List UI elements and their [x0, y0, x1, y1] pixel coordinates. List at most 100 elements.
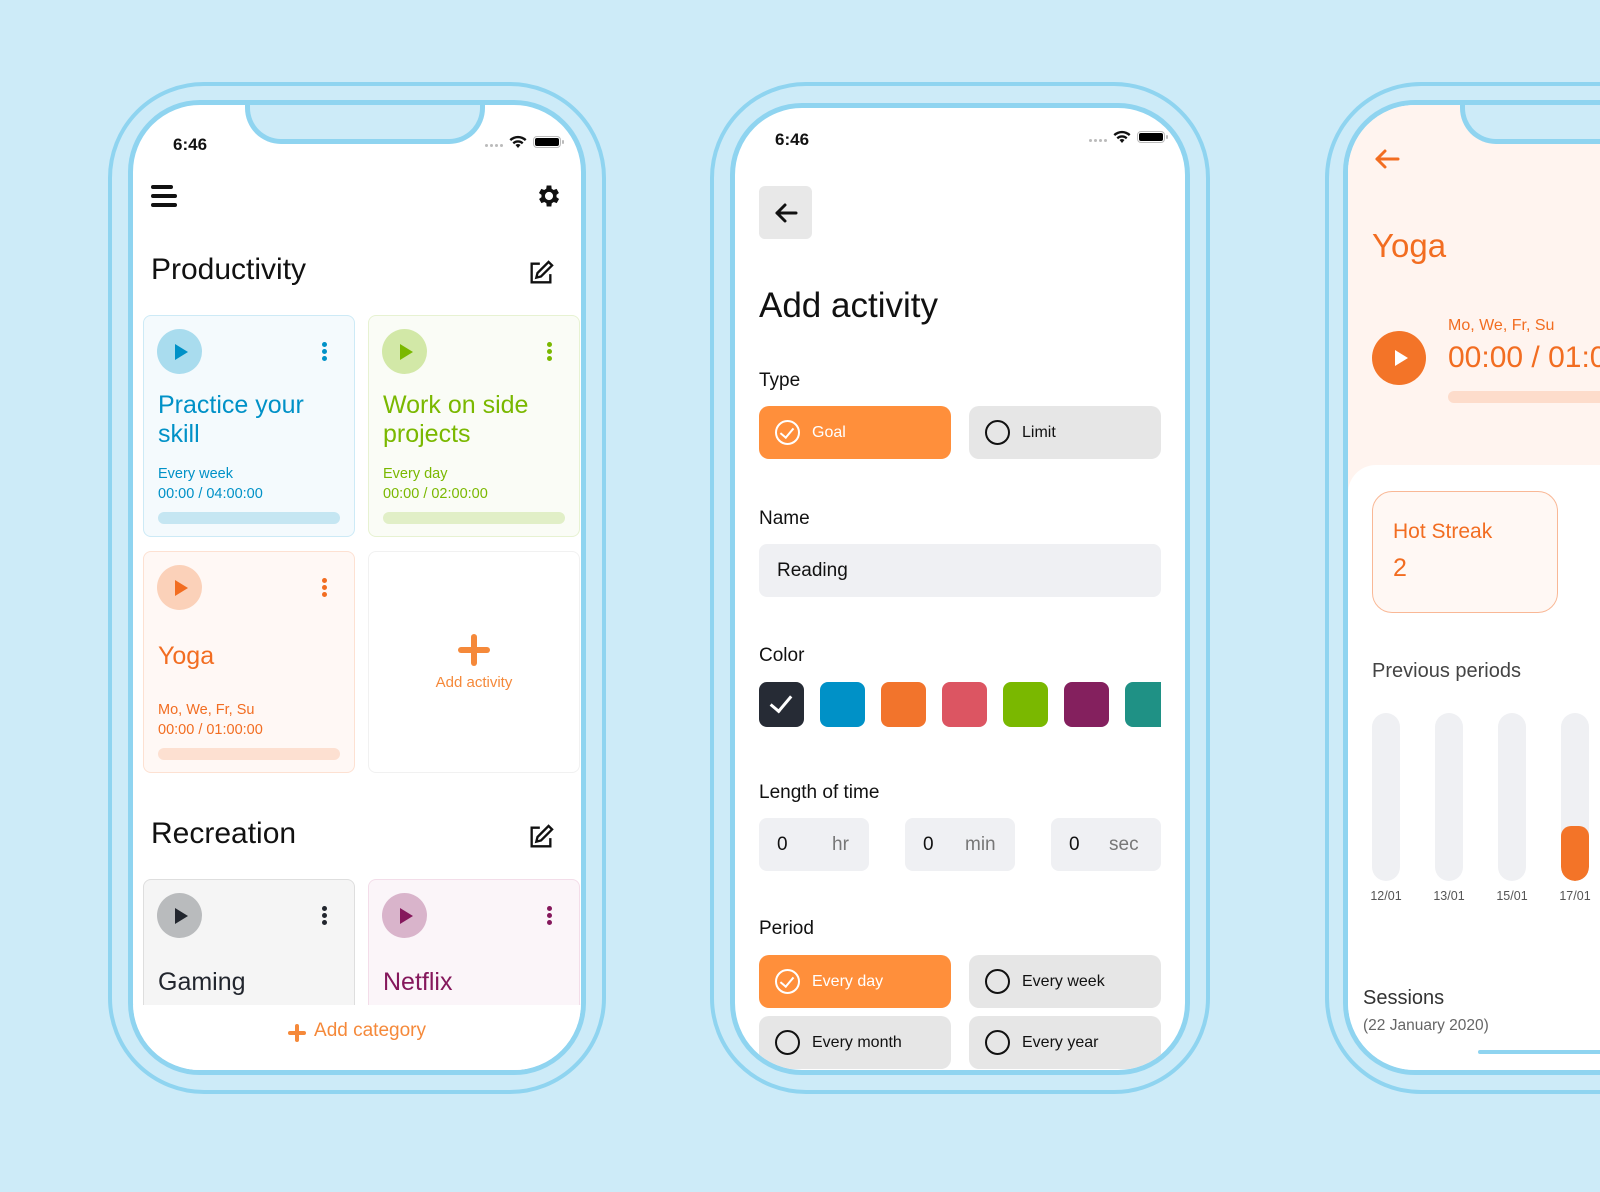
type-label: Type [759, 370, 801, 391]
color-swatch[interactable] [1125, 682, 1161, 727]
activity-card[interactable]: Practice your skill Every week 00:00 / 0… [143, 315, 355, 537]
wifi-icon [509, 135, 527, 148]
more-options-icon[interactable] [547, 906, 553, 927]
radio-circle-icon [985, 969, 1010, 994]
period-option-every-year[interactable]: Every year [969, 1016, 1161, 1069]
activity-time: 00:00 / 01:00:00 [158, 722, 263, 738]
progress-bar [158, 512, 340, 524]
sessions-title: Sessions [1363, 987, 1445, 1009]
play-icon [175, 579, 188, 596]
activity-card[interactable]: Yoga Mo, We, Fr, Su 00:00 / 01:00:00 [143, 551, 355, 773]
play-icon [175, 343, 188, 360]
notch [1460, 105, 1600, 144]
activity-time: 00:00 / 01:00:00 [1448, 341, 1600, 374]
activity-title: Yoga [1372, 227, 1447, 264]
settings-gear-icon[interactable] [535, 182, 563, 210]
status-icons [1089, 130, 1168, 144]
play-icon [400, 343, 413, 360]
period-option-every-month[interactable]: Every month [759, 1016, 951, 1069]
option-label: Every year [1022, 1033, 1099, 1051]
option-label: Goal [812, 423, 846, 441]
type-option-goal[interactable]: Goal [759, 406, 951, 459]
notch [245, 105, 485, 144]
activity-time: 00:00 / 04:00:00 [158, 486, 263, 502]
plus-icon [458, 633, 490, 666]
color-swatch[interactable] [881, 682, 926, 727]
color-swatch[interactable] [1064, 682, 1109, 727]
hot-streak-value: 2 [1393, 554, 1407, 582]
more-options-icon[interactable] [322, 342, 328, 363]
sessions-date: (22 January 2020) [1363, 1017, 1489, 1034]
name-input[interactable] [759, 544, 1161, 597]
battery-icon [533, 136, 564, 148]
check-circle-icon [775, 420, 800, 445]
period-bar-fill [1561, 825, 1589, 881]
progress-bar [383, 512, 565, 524]
color-swatch[interactable] [942, 682, 987, 727]
play-icon [400, 907, 413, 924]
period-bar-label: 15/01 [1496, 889, 1528, 903]
color-swatch[interactable] [820, 682, 865, 727]
period-bar-label: 12/01 [1370, 889, 1402, 903]
activity-period: Mo, We, Fr, Su [1448, 317, 1555, 334]
play-button[interactable] [382, 893, 427, 938]
activity-time: 00:00 / 02:00:00 [383, 486, 488, 502]
previous-periods-label: Previous periods [1372, 660, 1521, 682]
type-option-limit[interactable]: Limit [969, 406, 1161, 459]
name-label: Name [759, 508, 810, 529]
period-label: Period [759, 918, 814, 939]
menu-icon[interactable] [151, 185, 179, 212]
option-label: Every month [812, 1033, 902, 1051]
color-swatch[interactable] [759, 682, 804, 727]
option-label: Limit [1022, 423, 1056, 441]
add-activity-button[interactable]: Add activity [368, 551, 580, 773]
period-option-every-week[interactable]: Every week [969, 955, 1161, 1008]
signal-icon [485, 138, 503, 147]
period-bar-label: 13/01 [1433, 889, 1465, 903]
add-category-button[interactable]: Add category [133, 1005, 581, 1070]
activity-card[interactable]: Work on side projects Every day 00:00 / … [368, 315, 580, 537]
color-label: Color [759, 645, 805, 666]
hot-streak-label: Hot Streak [1393, 520, 1493, 543]
category-title: Recreation [151, 817, 297, 850]
period-option-every-day[interactable]: Every day [759, 955, 951, 1008]
edit-category-icon[interactable] [527, 823, 555, 851]
more-options-icon[interactable] [547, 342, 553, 363]
period-bar [1561, 713, 1589, 881]
more-options-icon[interactable] [322, 578, 328, 599]
hours-input[interactable]: 0 hr [759, 818, 869, 871]
activity-period: Every day [383, 466, 448, 482]
arrow-left-icon[interactable] [1374, 147, 1400, 171]
play-button[interactable] [157, 893, 202, 938]
add-activity-screen: 6:46 Add activity Type Goal Limit Name C… [730, 103, 1190, 1075]
play-button[interactable] [157, 565, 202, 610]
play-icon [175, 907, 188, 924]
page-title: Add activity [759, 286, 938, 325]
hours-unit: hr [832, 833, 849, 855]
color-swatch[interactable] [1003, 682, 1048, 727]
play-button[interactable] [1372, 331, 1426, 385]
battery-icon [1137, 131, 1168, 143]
play-button[interactable] [157, 329, 202, 374]
minutes-input[interactable]: 0 min [905, 818, 1015, 871]
activity-name: Gaming [158, 968, 246, 996]
more-options-icon[interactable] [322, 906, 328, 927]
signal-icon [1089, 133, 1107, 142]
arrow-left-icon [775, 203, 797, 222]
category-title: Productivity [151, 253, 307, 286]
activity-period: Every week [158, 466, 233, 482]
radio-circle-icon [775, 1030, 800, 1055]
radio-circle-icon [985, 1030, 1010, 1055]
status-icons [485, 135, 564, 149]
home-screen: 6:46 Productivity Practice your skill Ev… [128, 100, 586, 1075]
back-button[interactable] [759, 186, 812, 239]
radio-circle-icon [985, 420, 1010, 445]
play-button[interactable] [382, 329, 427, 374]
home-indicator [1478, 1050, 1600, 1054]
color-swatch-row [759, 682, 1161, 727]
edit-category-icon[interactable] [527, 259, 555, 287]
hot-streak-card: Hot Streak 2 [1372, 491, 1558, 613]
add-activity-label: Add activity [435, 673, 513, 691]
status-time: 6:46 [173, 135, 208, 154]
seconds-input[interactable]: 0 sec [1051, 818, 1161, 871]
